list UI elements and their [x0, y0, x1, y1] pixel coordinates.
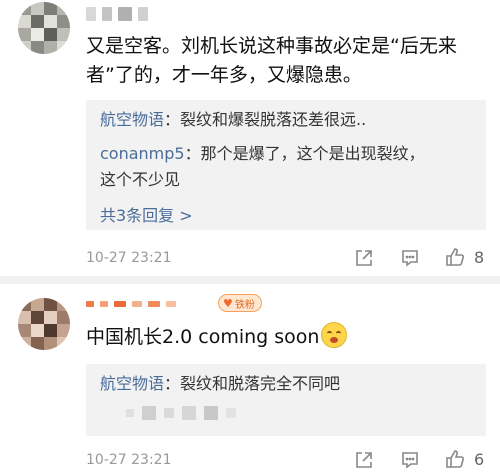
like-count: 6 [474, 449, 485, 469]
reply-box[interactable]: 航空物语：裂纹和脱落完全不同吧 [86, 364, 486, 436]
share-button[interactable] [354, 450, 374, 470]
comment-icon [402, 452, 418, 469]
comment-item: 又是空客。刘机长说这种事故必定是“后无来者”了的，才一年多，又爆隐患。 航空物语… [0, 0, 500, 268]
timestamp: 10-27 23:21 [86, 452, 172, 468]
reply-text-continued: 这个不少见 [100, 170, 181, 189]
reply-text: ：裂纹和脱落完全不同吧 [164, 374, 341, 393]
reply-text: ：那个是爆了，这个是出现裂纹， [184, 144, 425, 163]
more-replies-link[interactable]: 共3条回复 > [100, 202, 193, 226]
reply-item[interactable]: 航空物语：裂纹和脱落完全不同吧 [100, 372, 476, 396]
share-button[interactable] [354, 248, 374, 268]
comment-button[interactable] [400, 248, 420, 268]
comment-icon [402, 250, 418, 267]
like-count: 8 [474, 247, 485, 267]
share-icon [356, 452, 372, 468]
like-button[interactable]: 8 [444, 246, 484, 268]
avatar[interactable] [18, 2, 70, 54]
comment-text: 中国机长2.0 coming soon [86, 322, 482, 352]
reply-item[interactable]: 航空物语：裂纹和爆裂脱落还差很远.. [100, 108, 476, 132]
thumbs-up-icon [446, 450, 465, 468]
comment-item: ♥ 铁粉 中国机长2.0 coming soon 航空物语：裂纹和脱落完全不同吧… [0, 284, 500, 472]
reply-username[interactable]: 航空物语 [100, 374, 164, 393]
section-divider [0, 276, 500, 284]
comment-text-content: 中国机长2.0 coming soon [86, 326, 320, 348]
username-obscured[interactable] [86, 294, 176, 314]
username-obscured[interactable] [86, 4, 148, 24]
reply-item[interactable]: conanmp5：那个是爆了，这个是出现裂纹， [100, 142, 476, 166]
timestamp: 10-27 23:21 [86, 250, 172, 266]
comment-text: 又是空客。刘机长说这种事故必定是“后无来者”了的，才一年多，又爆隐患。 [86, 35, 457, 86]
shush-face-emoji [321, 322, 348, 348]
avatar[interactable] [18, 298, 70, 350]
heart-icon: ♥ [223, 296, 233, 310]
comment-button[interactable] [400, 450, 420, 470]
reply-box[interactable]: 航空物语：裂纹和爆裂脱落还差很远.. conanmp5：那个是爆了，这个是出现裂… [86, 100, 486, 230]
reply-username[interactable]: 航空物语 [100, 110, 164, 129]
reply-text: ：裂纹和爆裂脱落还差很远.. [164, 110, 367, 129]
share-icon [356, 250, 372, 266]
like-button[interactable]: 6 [444, 448, 484, 470]
fan-badge: ♥ 铁粉 [218, 294, 262, 312]
reply-username[interactable]: conanmp5 [100, 144, 185, 163]
reply-item-obscured[interactable] [126, 406, 236, 420]
fan-badge-label: 铁粉 [234, 299, 255, 311]
thumbs-up-icon [446, 248, 465, 266]
